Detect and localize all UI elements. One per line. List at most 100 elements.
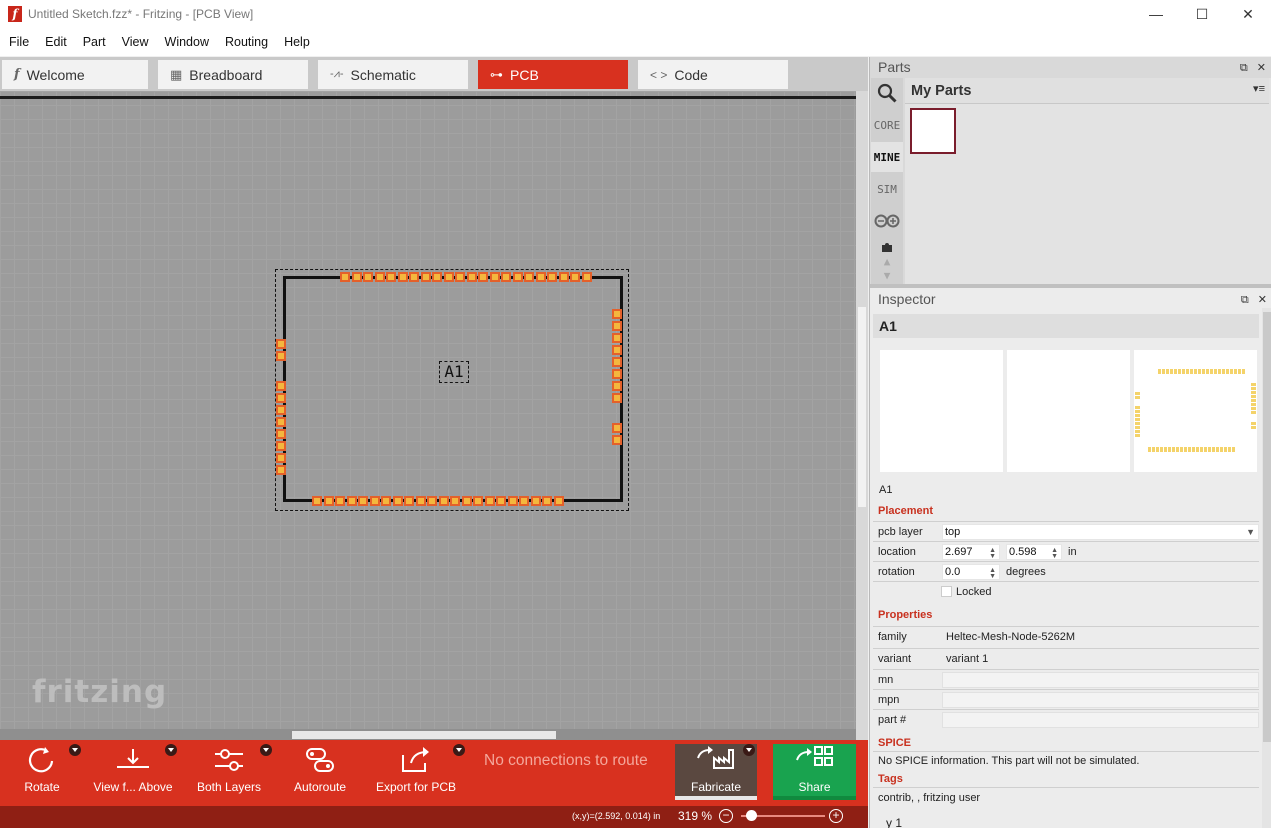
view-from-button[interactable]: View f... Above — [92, 740, 174, 806]
menu-edit[interactable]: Edit — [37, 28, 75, 56]
locked-checkbox[interactable] — [941, 586, 952, 597]
tab-pcb-label: PCB — [510, 66, 539, 83]
inspector-scrollbar[interactable] — [1262, 308, 1271, 828]
share-button[interactable]: Share — [773, 744, 856, 800]
inspector-title: Inspector — [878, 291, 936, 307]
parts-panel-float-close[interactable]: ⧉ ✕ — [1240, 61, 1269, 75]
spinner-arrows-icon[interactable]: ▲ ▼ — [1051, 547, 1058, 560]
fabricate-menu-caret[interactable] — [743, 744, 755, 756]
mpn-input[interactable] — [942, 692, 1259, 708]
tab-schematic[interactable]: -⩘- Schematic — [318, 60, 468, 89]
bin-scroll-down[interactable]: ▼ — [871, 268, 903, 282]
location-x-input[interactable]: 2.697 ▲ ▼ — [942, 544, 1000, 560]
autoroute-button[interactable]: Autoroute — [290, 740, 350, 806]
smd-pad — [450, 496, 460, 506]
preview-pad — [1182, 369, 1185, 374]
preview-pad — [1228, 447, 1231, 452]
preview-pad — [1174, 369, 1177, 374]
inspector-float-close[interactable]: ⧉ ✕ — [1241, 293, 1270, 307]
preview-pad — [1206, 369, 1209, 374]
rotate-button[interactable]: Rotate — [20, 740, 64, 806]
spinner-arrows-icon[interactable]: ▲ ▼ — [989, 547, 996, 560]
canvas-vertical-scrollbar[interactable] — [856, 91, 868, 740]
menu-routing[interactable]: Routing — [217, 28, 276, 56]
part-label[interactable]: A1 — [439, 361, 469, 383]
preview-pad — [1190, 369, 1193, 374]
smd-pad — [358, 496, 368, 506]
part-number-input[interactable] — [942, 712, 1259, 728]
bin-tab-sim[interactable]: SIM — [871, 174, 903, 204]
preview-pad — [1251, 422, 1256, 425]
tab-welcome[interactable]: f Welcome — [2, 60, 148, 89]
zoom-slider-thumb[interactable] — [746, 810, 757, 821]
preview-pad — [1148, 447, 1151, 452]
placement-heading: Placement — [878, 505, 934, 517]
preview-pad — [1135, 430, 1140, 433]
preview-pad — [1230, 369, 1233, 374]
pcb-canvas[interactable]: A1 fritzing — [0, 91, 856, 740]
mn-input[interactable] — [942, 672, 1259, 688]
location-y-input[interactable]: 0.598 ▲ ▼ — [1006, 544, 1062, 560]
inspector-part-title: A1 — [879, 318, 897, 334]
pcb-layer-select[interactable]: top ▼ — [942, 524, 1259, 540]
menu-window[interactable]: Window — [157, 28, 217, 56]
minimize-button[interactable]: — — [1133, 0, 1179, 28]
zoom-out-button[interactable]: − — [719, 809, 733, 823]
smd-pad — [335, 496, 345, 506]
smd-pad — [276, 453, 286, 463]
view-from-menu-caret[interactable] — [165, 744, 177, 756]
maximize-button[interactable]: ☐ — [1179, 0, 1225, 28]
breadboard-preview — [880, 350, 1003, 472]
family-value[interactable]: Heltec-Mesh-Node-5262M — [946, 631, 1075, 643]
bin-tab-arduino[interactable] — [871, 206, 903, 236]
bin-tab-mine[interactable]: MINE — [871, 142, 903, 172]
smd-pad — [386, 272, 396, 282]
bin-tab-core[interactable]: CORE — [871, 110, 903, 140]
tab-code[interactable]: < > Code — [638, 60, 788, 89]
part-silkscreen-outline[interactable] — [283, 276, 623, 502]
inspector-scroll-thumb[interactable] — [1263, 312, 1271, 742]
tags-text[interactable]: contrib, , fritzing user — [878, 792, 980, 804]
menu-help[interactable]: Help — [276, 28, 318, 56]
bin-scroll-up[interactable]: ▲ — [871, 254, 903, 268]
spinner-arrows-icon[interactable]: ▲ ▼ — [989, 567, 996, 580]
export-menu-caret[interactable] — [453, 744, 465, 756]
export-for-pcb-button[interactable]: Export for PCB — [375, 740, 457, 806]
zoom-in-button[interactable]: + — [829, 809, 843, 823]
preview-pad — [1188, 447, 1191, 452]
smd-pad — [276, 429, 286, 439]
bin-menu-button[interactable]: ▾≡ — [1253, 82, 1265, 95]
menu-part[interactable]: Part — [75, 28, 114, 56]
smd-pad — [276, 417, 286, 427]
code-brackets-icon: < > — [650, 67, 668, 82]
bin-part-thumbnail[interactable] — [910, 108, 956, 154]
property-row-part-number: part # — [873, 709, 1259, 729]
menu-file[interactable]: File — [1, 28, 37, 56]
preview-pad — [1238, 369, 1241, 374]
tab-welcome-label: Welcome — [26, 66, 85, 83]
smd-pad — [312, 496, 322, 506]
property-row-family: family Heltec-Mesh-Node-5262M — [873, 626, 1259, 646]
variant-value[interactable]: variant 1 — [946, 653, 988, 665]
cursor-coordinates: (x,y)=(2.592, 0.014) in — [572, 811, 661, 821]
bin-tab-snap[interactable] — [871, 236, 903, 256]
smd-pad — [276, 405, 286, 415]
smd-pad — [432, 272, 442, 282]
variant-label: variant — [878, 653, 912, 665]
menu-view[interactable]: View — [114, 28, 157, 56]
smd-pad — [496, 496, 506, 506]
both-layers-button[interactable]: Both Layers — [195, 740, 263, 806]
tab-breadboard[interactable]: ▦ Breadboard — [158, 60, 308, 89]
layers-menu-caret[interactable] — [260, 744, 272, 756]
rotate-menu-caret[interactable] — [69, 744, 81, 756]
canvas-horizontal-scrollbar[interactable] — [0, 729, 856, 740]
parts-search-button[interactable] — [871, 78, 903, 108]
close-button[interactable]: ✕ — [1225, 0, 1271, 28]
tab-pcb[interactable]: ⊶ PCB — [478, 60, 628, 89]
smd-pad — [612, 309, 622, 319]
rotate-label: Rotate — [24, 780, 60, 794]
property-row-mn: mn — [873, 669, 1259, 689]
horizontal-scroll-thumb[interactable] — [292, 731, 556, 739]
vertical-scroll-thumb[interactable] — [858, 307, 866, 507]
rotation-input[interactable]: 0.0 ▲ ▼ — [942, 564, 1000, 580]
